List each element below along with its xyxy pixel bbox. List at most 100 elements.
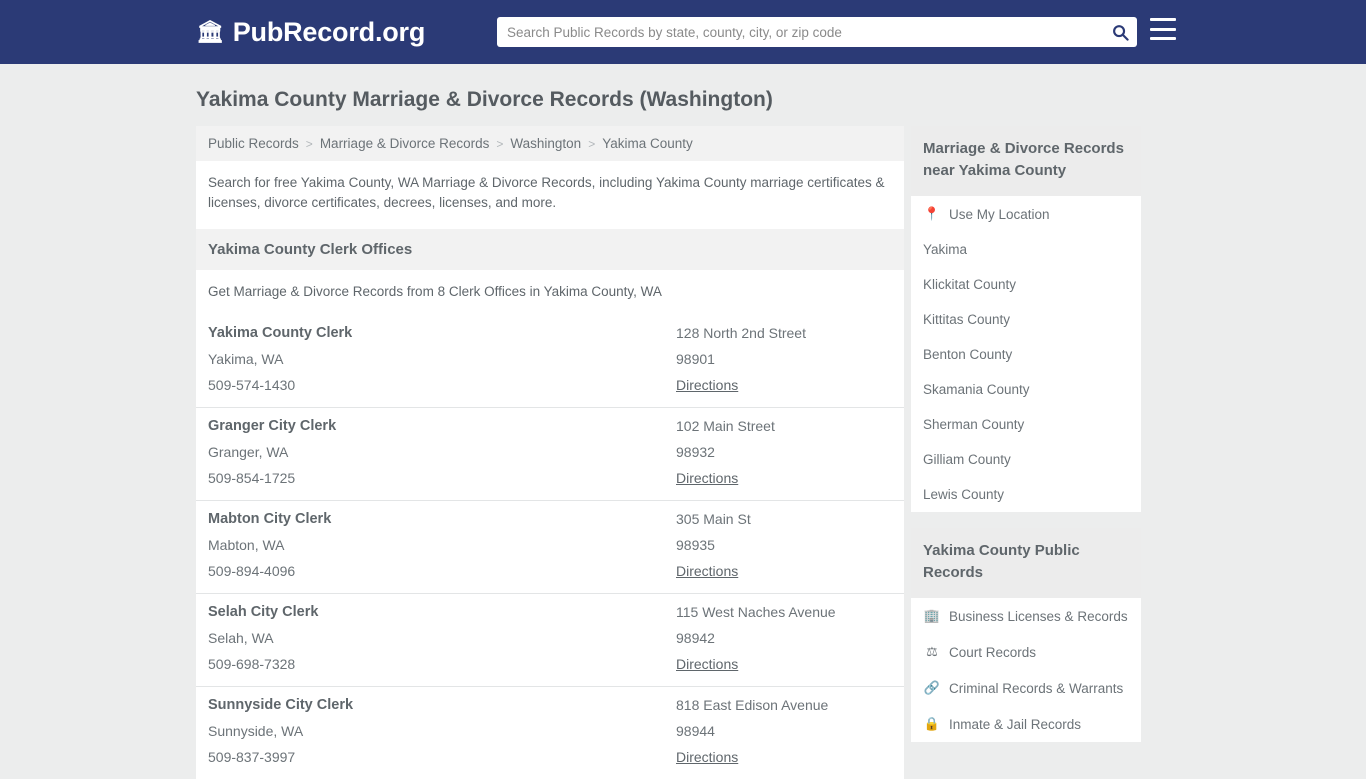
breadcrumb-separator: > bbox=[496, 137, 504, 151]
office-city-state: Selah, WA bbox=[208, 630, 274, 646]
sidebar-item-kittitas-county[interactable]: Kittitas County bbox=[911, 302, 1141, 337]
sidebar-item-label: Lewis County bbox=[923, 487, 1005, 502]
sidebar-item-klickitat-county[interactable]: Klickitat County bbox=[911, 267, 1141, 302]
section-heading: Yakima County Clerk Offices bbox=[196, 229, 904, 270]
sidebar: Marriage & Divorce Records near Yakima C… bbox=[911, 126, 1141, 742]
search-button[interactable] bbox=[1103, 17, 1137, 47]
office-address: 102 Main Street bbox=[676, 418, 775, 434]
office-name[interactable]: Mabton City Clerk bbox=[208, 511, 676, 527]
page-body: Yakima County Marriage & Divorce Records… bbox=[0, 64, 1366, 779]
sidebar-item-label: Inmate & Jail Records bbox=[949, 716, 1082, 732]
office-left: Mabton City Clerk Mabton, WA 509-894-409… bbox=[208, 511, 676, 579]
office-left: Granger City Clerk Granger, WA 509-854-1… bbox=[208, 418, 676, 486]
site-logo[interactable]: 🏛 PubRecord.org bbox=[196, 17, 425, 48]
breadcrumb-item-2[interactable]: Washington bbox=[510, 136, 581, 151]
main-column: Public Records > Marriage & Divorce Record… bbox=[196, 126, 904, 779]
site-header: 🏛 PubRecord.org bbox=[0, 0, 1366, 64]
sidebar-item-label: Business Licenses & Records bbox=[949, 608, 1128, 624]
page-title: Yakima County Marriage & Divorce Records… bbox=[196, 88, 773, 111]
office-phone: 509-698-7328 bbox=[208, 656, 296, 672]
office-phone: 509-894-4096 bbox=[208, 563, 296, 579]
office-right: 818 East Edison Avenue 98944 Directions bbox=[676, 697, 892, 765]
scales-icon: ⚖ bbox=[926, 644, 938, 659]
office-name[interactable]: Granger City Clerk bbox=[208, 418, 676, 434]
sidebar-item-label: Kittitas County bbox=[923, 312, 1011, 327]
hamburger-menu-icon[interactable] bbox=[1150, 18, 1176, 40]
content-columns: Public Records > Marriage & Divorce Record… bbox=[0, 126, 1366, 779]
sidebar-item-use-my-location[interactable]: 📍 Use My Location bbox=[911, 196, 1141, 232]
office-address: 305 Main St bbox=[676, 511, 751, 527]
hamburger-bar bbox=[1150, 27, 1176, 31]
lock-icon: 🔒 bbox=[923, 716, 941, 731]
sidebar-item-business-licenses[interactable]: 🏢 Business Licenses & Records bbox=[911, 598, 1141, 634]
sidebar-nearby-heading: Marriage & Divorce Records near Yakima C… bbox=[911, 126, 1141, 196]
sidebar-item-label: Use My Location bbox=[949, 206, 1050, 222]
breadcrumb-item-0[interactable]: Public Records bbox=[208, 136, 299, 151]
sidebar-divider bbox=[911, 512, 1141, 528]
page-intro-text: Search for free Yakima County, WA Marria… bbox=[196, 161, 904, 229]
directions-link[interactable]: Directions bbox=[676, 749, 892, 765]
breadcrumb-separator: > bbox=[588, 137, 596, 151]
sidebar-item-skamania-county[interactable]: Skamania County bbox=[911, 372, 1141, 407]
office-name[interactable]: Yakima County Clerk bbox=[208, 325, 676, 341]
sidebar-item-label: Yakima bbox=[923, 242, 968, 257]
link-icon: 🔗 bbox=[923, 680, 941, 695]
office-phone: 509-574-1430 bbox=[208, 377, 296, 393]
hamburger-bar bbox=[1150, 18, 1176, 21]
sidebar-item-yakima[interactable]: Yakima bbox=[911, 232, 1141, 267]
office-phone: 509-837-3997 bbox=[208, 749, 296, 765]
sidebar-item-gilliam-county[interactable]: Gilliam County bbox=[911, 442, 1141, 477]
search-input[interactable] bbox=[497, 18, 1103, 46]
office-row: Mabton City Clerk Mabton, WA 509-894-409… bbox=[196, 501, 904, 594]
sidebar-item-lewis-county[interactable]: Lewis County bbox=[911, 477, 1141, 512]
office-city-state: Mabton, WA bbox=[208, 537, 285, 553]
directions-link[interactable]: Directions bbox=[676, 470, 892, 486]
sidebar-item-label: Sherman County bbox=[923, 417, 1025, 432]
sidebar-item-sherman-county[interactable]: Sherman County bbox=[911, 407, 1141, 442]
sidebar-item-label: Benton County bbox=[923, 347, 1013, 362]
breadcrumb: Public Records > Marriage & Divorce Record… bbox=[196, 126, 904, 161]
sidebar-public-records-heading: Yakima County Public Records bbox=[911, 528, 1141, 598]
breadcrumb-separator: > bbox=[305, 137, 313, 151]
sidebar-nearby-list: 📍 Use My Location Yakima Klickitat Count… bbox=[911, 196, 1141, 512]
office-city-state: Granger, WA bbox=[208, 444, 289, 460]
sidebar-item-benton-county[interactable]: Benton County bbox=[911, 337, 1141, 372]
building-icon: 🏢 bbox=[923, 608, 941, 623]
office-name[interactable]: Selah City Clerk bbox=[208, 604, 676, 620]
office-row: Selah City Clerk Selah, WA 509-698-7328 … bbox=[196, 594, 904, 687]
office-city-state: Sunnyside, WA bbox=[208, 723, 304, 739]
office-phone: 509-854-1725 bbox=[208, 470, 296, 486]
office-name[interactable]: Sunnyside City Clerk bbox=[208, 697, 676, 713]
office-address: 818 East Edison Avenue bbox=[676, 697, 829, 713]
office-row: Sunnyside City Clerk Sunnyside, WA 509-8… bbox=[196, 687, 904, 779]
location-pin-icon: 📍 bbox=[923, 206, 941, 221]
directions-link[interactable]: Directions bbox=[676, 377, 892, 393]
sidebar-item-label: Skamania County bbox=[923, 382, 1030, 397]
directions-link[interactable]: Directions bbox=[676, 563, 892, 579]
office-zip: 98942 bbox=[676, 630, 715, 646]
office-address: 115 West Naches Avenue bbox=[676, 604, 836, 620]
sidebar-public-records-list: 🏢 Business Licenses & Records ⚖ Court Re… bbox=[911, 598, 1141, 742]
office-right: 305 Main St 98935 Directions bbox=[676, 511, 892, 579]
sidebar-item-criminal-records[interactable]: 🔗 Criminal Records & Warrants bbox=[911, 670, 1141, 706]
sidebar-item-inmate-jail-records[interactable]: 🔒 Inmate & Jail Records bbox=[911, 706, 1141, 742]
office-row: Yakima County Clerk Yakima, WA 509-574-1… bbox=[196, 315, 904, 408]
office-right: 115 West Naches Avenue 98942 Directions bbox=[676, 604, 892, 672]
office-row: Granger City Clerk Granger, WA 509-854-1… bbox=[196, 408, 904, 501]
sidebar-item-label: Gilliam County bbox=[923, 452, 1011, 467]
directions-link[interactable]: Directions bbox=[676, 656, 892, 672]
bank-icon: 🏛 bbox=[196, 19, 224, 44]
office-address: 128 North 2nd Street bbox=[676, 325, 806, 341]
breadcrumb-item-3[interactable]: Yakima County bbox=[602, 136, 693, 151]
section-subheading: Get Marriage & Divorce Records from 8 Cl… bbox=[196, 270, 904, 315]
office-left: Sunnyside City Clerk Sunnyside, WA 509-8… bbox=[208, 697, 676, 765]
office-left: Selah City Clerk Selah, WA 509-698-7328 bbox=[208, 604, 676, 672]
breadcrumb-item-1[interactable]: Marriage & Divorce Records bbox=[320, 136, 490, 151]
office-left: Yakima County Clerk Yakima, WA 509-574-1… bbox=[208, 325, 676, 393]
sidebar-item-court-records[interactable]: ⚖ Court Records bbox=[911, 634, 1141, 670]
sidebar-item-label: Court Records bbox=[949, 644, 1037, 660]
office-zip: 98901 bbox=[676, 351, 715, 367]
office-zip: 98944 bbox=[676, 723, 715, 739]
search-bar[interactable] bbox=[497, 17, 1137, 47]
brand-name: PubRecord.org bbox=[232, 16, 426, 47]
